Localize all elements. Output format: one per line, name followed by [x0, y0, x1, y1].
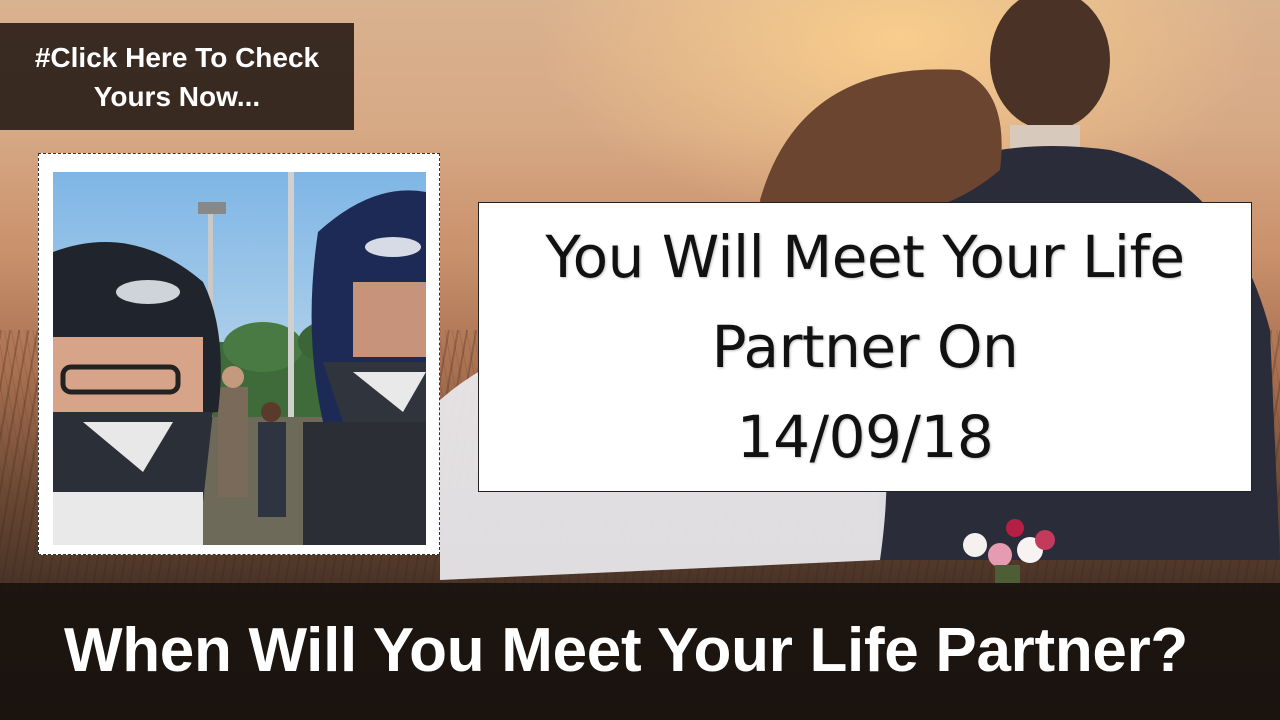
result-line-1: You Will Meet Your Life [545, 223, 1185, 291]
result-date: 14/09/18 [736, 403, 994, 471]
result-box: You Will Meet Your Life Partner On 14/09… [478, 202, 1252, 492]
profile-photo-frame [38, 153, 440, 555]
check-yours-banner[interactable]: #Click Here To Check Yours Now... [0, 23, 354, 130]
question-title: When Will You Meet Your Life Partner? [64, 616, 1188, 685]
cta-line-1: #Click Here To Check [34, 41, 320, 73]
result-line-2: Partner On [711, 313, 1019, 381]
cta-line-2: Yours Now... [93, 80, 261, 112]
bottom-bar: When Will You Meet Your Life Partner? [0, 583, 1280, 720]
user-photo [53, 172, 426, 545]
